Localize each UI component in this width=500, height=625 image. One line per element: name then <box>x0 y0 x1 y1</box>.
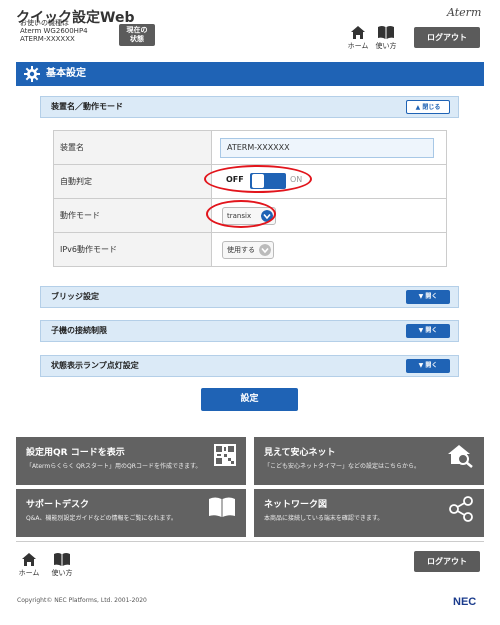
expand-label: 開く <box>425 327 438 334</box>
footer-home-nav[interactable]: ホーム <box>15 552 43 578</box>
status-button-line2: 状態 <box>130 35 144 43</box>
row-label: 動作モード <box>53 198 212 233</box>
footer-help-nav[interactable]: 使い方 <box>48 552 76 578</box>
tile-desc: 「Atermらくらく QRスタート」用のQRコードを作成できます。 <box>26 463 202 470</box>
collapse-label: 閉じる <box>422 104 441 111</box>
logout-button[interactable]: ログアウト <box>414 27 480 48</box>
panel-title: ブリッジ設定 <box>51 292 99 301</box>
home-nav[interactable]: ホーム <box>344 25 372 51</box>
device-mode-panel-header: 装置名／動作モード ▲ 閉じる <box>40 96 459 118</box>
network-map-tile[interactable]: ネットワーク図 本商品に接続している端末を確認できます。 <box>254 489 484 537</box>
book-icon <box>378 26 394 39</box>
status-button-line1: 現在の <box>126 26 148 34</box>
gear-icon <box>24 66 40 82</box>
auto-detect-toggle[interactable]: OFF ON <box>222 171 310 191</box>
expand-button[interactable]: ▼ 開く <box>406 290 450 304</box>
expand-button[interactable]: ▼ 開く <box>406 359 450 373</box>
client-limit-panel-header: 子機の接続制限 ▼ 開く <box>40 320 459 342</box>
expand-button[interactable]: ▼ 開く <box>406 324 450 338</box>
support-desk-tile[interactable]: サポートデスク Q&A、機能別設定ガイドなどの情報をご覧になれます。 <box>16 489 246 537</box>
network-icon <box>449 496 473 522</box>
mieru-anshin-tile[interactable]: 見えて安心ネット 「こども安心ネットタイマー」などの設定はこちらから。 <box>254 437 484 485</box>
help-label: 使い方 <box>51 569 73 577</box>
table-row: 装置名 ATERM-XXXXXX <box>53 130 447 165</box>
footer-logout-button[interactable]: ログアウト <box>414 551 480 572</box>
tile-title: ネットワーク図 <box>264 500 328 510</box>
table-row: IPv6動作モード 使用する <box>53 232 447 267</box>
table-row: 自動判定 OFF ON <box>53 164 447 199</box>
expand-label: 開く <box>425 293 438 300</box>
toggle-knob <box>252 173 264 188</box>
row-label: 自動判定 <box>53 164 212 199</box>
select-value: transix <box>227 211 252 220</box>
tile-title: サポートデスク <box>26 500 90 510</box>
footer-divider <box>16 541 484 542</box>
device-id: ATERM-XXXXXX <box>20 35 75 43</box>
row-label: 装置名 <box>53 130 212 165</box>
book-icon <box>209 497 235 517</box>
tile-desc: 本商品に接続している端末を確認できます。 <box>264 515 384 522</box>
select-value: 使用する <box>227 245 255 254</box>
current-status-button[interactable]: 現在の 状態 <box>119 24 155 46</box>
book-icon <box>54 553 70 566</box>
chevron-down-icon <box>259 243 271 256</box>
aterm-logo: Aterm <box>447 6 482 19</box>
tile-title: 設定用QR コードを表示 <box>26 448 125 458</box>
apply-button[interactable]: 設定 <box>201 388 298 411</box>
panel-title: 子機の接続制限 <box>51 326 107 335</box>
tile-desc: 「こども安心ネットタイマー」などの設定はこちらから。 <box>264 463 421 470</box>
home-label: ホーム <box>18 569 40 577</box>
home-icon <box>22 553 36 566</box>
ipv6-mode-select: 使用する <box>222 240 274 259</box>
operation-mode-select[interactable]: transix <box>222 206 276 225</box>
house-search-icon <box>448 445 473 468</box>
section-header: 基本設定 <box>16 62 484 86</box>
bridge-panel-header: ブリッジ設定 ▼ 開く <box>40 286 459 308</box>
help-label: 使い方 <box>375 42 397 50</box>
row-label: IPv6動作モード <box>53 232 212 267</box>
tile-desc: Q&A、機能別設定ガイドなどの情報をご覧になれます。 <box>26 515 177 522</box>
home-icon <box>351 26 365 39</box>
chevron-down-icon <box>261 209 273 222</box>
nec-logo: NEC <box>453 596 477 608</box>
qr-code-tile[interactable]: 設定用QR コードを表示 「Atermらくらく QRスタート」用のQRコードを作… <box>16 437 246 485</box>
panel-title: 装置名／動作モード <box>51 102 123 111</box>
device-name-input[interactable]: ATERM-XXXXXX <box>220 137 434 158</box>
panel-title: 状態表示ランプ点灯設定 <box>51 361 139 370</box>
copyright: Copyright© NEC Platforms, Ltd. 2001-2020 <box>17 597 147 604</box>
collapse-button[interactable]: ▲ 閉じる <box>406 100 450 114</box>
toggle-on-label: ON <box>290 174 303 184</box>
qr-code-icon <box>214 444 236 466</box>
toggle-off-label: OFF <box>226 174 244 184</box>
home-label: ホーム <box>347 42 369 50</box>
tile-title: 見えて安心ネット <box>264 448 336 458</box>
settings-table: 装置名 ATERM-XXXXXX 自動判定 OFF ON 動作モード trans… <box>53 130 447 267</box>
table-row: 動作モード transix <box>53 198 447 233</box>
expand-label: 開く <box>425 362 438 369</box>
lamp-panel-header: 状態表示ランプ点灯設定 ▼ 開く <box>40 355 459 377</box>
help-nav[interactable]: 使い方 <box>372 25 400 51</box>
section-title: 基本設定 <box>46 68 86 79</box>
